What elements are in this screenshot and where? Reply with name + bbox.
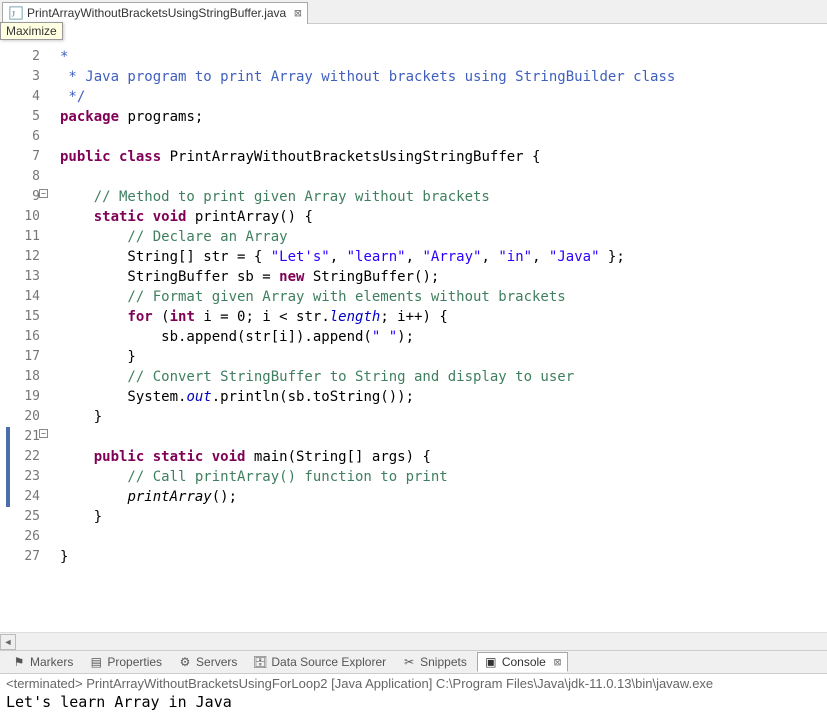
console-panel: <terminated> PrintArrayWithoutBracketsUs…	[0, 674, 827, 715]
horizontal-scrollbar[interactable]: ◄	[0, 632, 827, 650]
tab-data-source-explorer[interactable]: 🗄Data Source Explorer	[247, 653, 392, 671]
console-output: Let's learn Array in Java	[6, 691, 821, 713]
scroll-left-icon[interactable]: ◄	[0, 634, 16, 650]
fold-icon[interactable]: −	[39, 429, 48, 438]
editor-tab[interactable]: J PrintArrayWithoutBracketsUsingStringBu…	[2, 2, 308, 24]
svg-text:J: J	[12, 9, 16, 19]
markers-icon: ⚑	[12, 655, 26, 669]
bottom-panel-tabs: ⚑Markers ▤Properties ⚙Servers 🗄Data Sour…	[0, 650, 827, 674]
java-file-icon: J	[9, 6, 23, 20]
code-area[interactable]: * * Java program to print Array without …	[50, 24, 827, 632]
tab-servers[interactable]: ⚙Servers	[172, 653, 243, 671]
fold-icon[interactable]: −	[39, 189, 48, 198]
database-icon: 🗄	[253, 655, 267, 669]
console-header: <terminated> PrintArrayWithoutBracketsUs…	[6, 676, 821, 691]
tab-filename: PrintArrayWithoutBracketsUsingStringBuff…	[27, 6, 286, 20]
editor-tabbar: J PrintArrayWithoutBracketsUsingStringBu…	[0, 0, 827, 24]
properties-icon: ▤	[89, 655, 103, 669]
line-gutter: 2345 678 9− 1011121314 151617181920 21− …	[0, 24, 50, 632]
tab-console[interactable]: ▣Console⊠	[477, 652, 568, 672]
close-icon[interactable]: ⊠	[294, 6, 301, 20]
snippets-icon: ✂	[402, 655, 416, 669]
close-icon[interactable]: ⊠	[554, 655, 561, 669]
tab-snippets[interactable]: ✂Snippets	[396, 653, 473, 671]
console-icon: ▣	[484, 655, 498, 669]
servers-icon: ⚙	[178, 655, 192, 669]
code-editor[interactable]: 2345 678 9− 1011121314 151617181920 21− …	[0, 24, 827, 632]
tab-markers[interactable]: ⚑Markers	[6, 653, 79, 671]
maximize-tooltip: Maximize	[0, 22, 63, 40]
tab-properties[interactable]: ▤Properties	[83, 653, 168, 671]
